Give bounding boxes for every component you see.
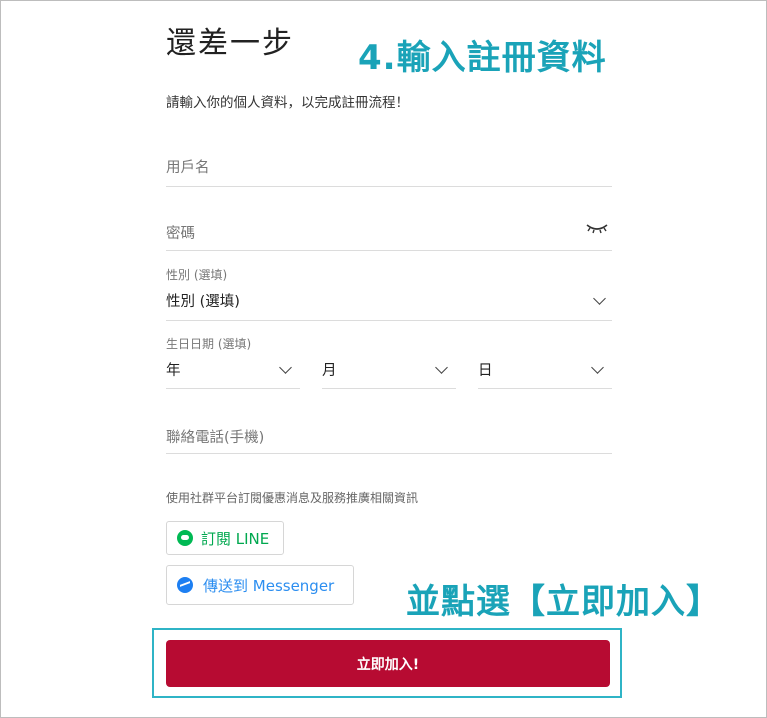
subscribe-line-label: 訂閱 LINE <box>201 529 270 548</box>
birth-day-select[interactable]: 日 <box>478 352 612 389</box>
line-icon <box>177 530 193 546</box>
subscribe-line-button[interactable]: 訂閱 LINE <box>166 521 284 555</box>
join-now-button[interactable]: 立即加入! <box>166 640 610 687</box>
birth-month-select[interactable]: 月 <box>322 352 456 389</box>
chevron-down-icon <box>279 361 292 374</box>
page-title: 還差一步 <box>166 26 294 61</box>
birth-year-value: 年 <box>166 363 181 379</box>
messenger-icon <box>177 577 193 593</box>
eye-closed-icon[interactable] <box>586 220 608 239</box>
gender-select[interactable]: 性別 (選填) 性別 (選填) <box>166 264 612 321</box>
gender-value: 性別 (選填) <box>166 294 240 310</box>
chevron-down-icon <box>593 292 606 305</box>
birth-day-value: 日 <box>478 363 493 379</box>
page-subtitle: 請輸入你的個人資料，以完成註冊流程！ <box>166 95 409 111</box>
username-placeholder: 用戶名 <box>166 160 210 176</box>
birthday-label: 生日日期 (選填) <box>166 337 252 351</box>
chevron-down-icon <box>591 361 604 374</box>
birth-year-select[interactable]: 年 <box>166 352 300 389</box>
username-field[interactable]: 用戶名 <box>166 150 612 187</box>
phone-field[interactable]: 聯絡電話(手機) <box>166 420 612 454</box>
social-note: 使用社群平台訂閱優惠消息及服務推廣相關資訊 <box>166 491 419 505</box>
action-annotation: 並點選【立即加入】 <box>406 582 721 622</box>
step-annotation: 4.輸入註冊資料 <box>358 38 607 78</box>
chevron-down-icon <box>435 361 448 374</box>
phone-placeholder: 聯絡電話(手機) <box>166 430 265 446</box>
birth-month-value: 月 <box>322 363 337 379</box>
send-to-messenger-label: 傳送到 Messenger <box>203 576 335 595</box>
gender-label: 性別 (選填) <box>166 268 228 282</box>
password-field[interactable]: 密碼 <box>166 216 612 251</box>
password-placeholder: 密碼 <box>166 226 195 242</box>
send-to-messenger-button[interactable]: 傳送到 Messenger <box>166 565 354 605</box>
